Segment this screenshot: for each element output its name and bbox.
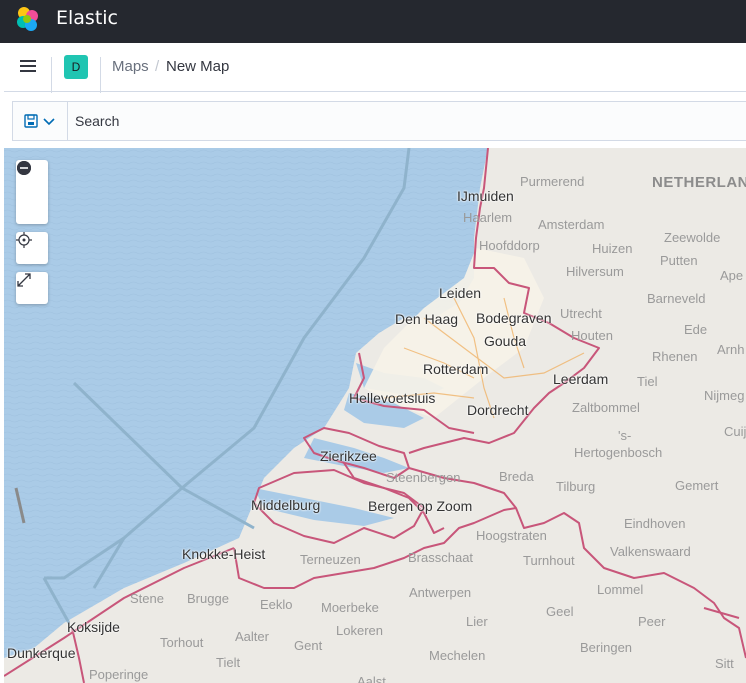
map-label: Aalter bbox=[235, 629, 269, 644]
map-label: Hoogstraten bbox=[476, 528, 547, 543]
hamburger-menu-icon[interactable] bbox=[18, 56, 38, 76]
elastic-logo-icon[interactable] bbox=[14, 5, 42, 33]
map-label: Peer bbox=[638, 614, 666, 629]
fullscreen-button[interactable] bbox=[16, 272, 48, 304]
map-label: Aalst bbox=[357, 674, 386, 683]
map-label: Cuij bbox=[724, 424, 746, 439]
map-label: Barneveld bbox=[647, 291, 706, 306]
map-label: Ape bbox=[720, 268, 744, 283]
locate-button[interactable] bbox=[16, 232, 48, 264]
map-label: Ede bbox=[684, 322, 708, 337]
save-icon bbox=[24, 114, 55, 128]
search-input[interactable] bbox=[69, 102, 745, 140]
map-label: Houten bbox=[571, 328, 613, 343]
map-label: Hilversum bbox=[566, 264, 624, 279]
map-label: Dunkerque bbox=[7, 645, 76, 661]
map-label: Geel bbox=[546, 604, 574, 619]
map-label: Dordrecht bbox=[467, 402, 529, 418]
app-header: Elastic bbox=[0, 0, 746, 43]
map-label: Breda bbox=[499, 469, 534, 484]
map-label: Moerbeke bbox=[321, 600, 379, 615]
crosshair-icon bbox=[16, 232, 32, 248]
map-label: Rotterdam bbox=[423, 361, 489, 377]
map-label: Stene bbox=[130, 591, 164, 606]
map-label: Arnh bbox=[717, 342, 745, 357]
map-label: Utrecht bbox=[560, 306, 602, 321]
query-bar bbox=[12, 101, 746, 141]
nav-divider bbox=[51, 57, 52, 93]
zoom-controls bbox=[16, 160, 48, 224]
breadcrumb-separator: / bbox=[155, 58, 160, 75]
breadcrumb-current: New Map bbox=[166, 58, 230, 75]
map-label: Mechelen bbox=[429, 648, 486, 663]
space-avatar[interactable]: D bbox=[64, 55, 88, 79]
nav-bar: D Maps / New Map bbox=[4, 43, 746, 93]
map-label: Zierikzee bbox=[320, 448, 377, 464]
map-label: Tilburg bbox=[556, 479, 596, 494]
map-label: Amsterdam bbox=[538, 217, 605, 232]
map-label: Knokke-Heist bbox=[182, 546, 266, 562]
nav-divider bbox=[100, 57, 101, 93]
map-label: Gemert bbox=[675, 478, 719, 493]
saved-query-button[interactable] bbox=[13, 102, 68, 140]
map-label: 's- bbox=[618, 428, 632, 443]
map-label: Turnhout bbox=[523, 553, 575, 568]
map-label: Hoofddorp bbox=[479, 238, 540, 253]
map-label: Lokeren bbox=[336, 623, 383, 638]
map-label: Tiel bbox=[637, 374, 658, 389]
map-label: Torhout bbox=[160, 635, 204, 650]
map-label: IJmuiden bbox=[457, 188, 514, 204]
locate-control bbox=[16, 232, 48, 264]
map-label: Huizen bbox=[592, 241, 633, 256]
map-label: Zaltbommel bbox=[572, 400, 640, 415]
map-label: Bergen op Zoom bbox=[368, 498, 473, 514]
map-label: Brasschaat bbox=[408, 550, 474, 565]
map-label: Bodegraven bbox=[476, 310, 552, 326]
map-label: Middelburg bbox=[251, 497, 321, 513]
minus-circle-icon bbox=[17, 161, 31, 175]
map-label: Rhenen bbox=[652, 349, 698, 364]
brand-name: Elastic bbox=[56, 7, 119, 29]
map-label: Tielt bbox=[216, 655, 241, 670]
fullscreen-control bbox=[16, 272, 48, 304]
map-label: Zeewolde bbox=[664, 230, 721, 245]
map-label: Purmerend bbox=[520, 174, 585, 189]
map-label: Putten bbox=[660, 253, 698, 268]
map-label: Beringen bbox=[580, 640, 633, 655]
map-label: Koksijde bbox=[67, 619, 120, 635]
map-label: Leerdam bbox=[553, 371, 609, 387]
map-label: Steenbergen bbox=[386, 470, 461, 485]
map-label: Gent bbox=[294, 638, 323, 653]
map-label: Leiden bbox=[439, 285, 482, 301]
map-label: Lier bbox=[466, 614, 488, 629]
map-label: Haarlem bbox=[463, 210, 513, 225]
map-label: Antwerpen bbox=[409, 585, 472, 600]
map-label: Nijmeg bbox=[704, 388, 745, 403]
map-label: Poperinge bbox=[89, 667, 149, 682]
map-label: Lommel bbox=[597, 582, 644, 597]
map-label: Eeklo bbox=[260, 597, 293, 612]
map-canvas[interactable]: NETHERLAN Purmerend IJmuiden Haarlem Ams… bbox=[4, 148, 746, 683]
map-label: Eindhoven bbox=[624, 516, 686, 531]
map-label: Brugge bbox=[187, 591, 229, 606]
map-label-country: NETHERLAN bbox=[652, 174, 746, 191]
map-label: Den Haag bbox=[395, 311, 459, 327]
map-label: Valkenswaard bbox=[610, 544, 691, 559]
expand-icon bbox=[17, 273, 31, 287]
zoom-out-button[interactable] bbox=[16, 161, 48, 224]
map-label: Gouda bbox=[484, 333, 527, 349]
breadcrumb-maps[interactable]: Maps bbox=[112, 58, 149, 75]
map-label: Terneuzen bbox=[300, 552, 361, 567]
map-label: Sitt bbox=[715, 656, 734, 671]
map-label: Hertogenbosch bbox=[574, 445, 663, 460]
map-label: Hellevoetsluis bbox=[349, 390, 436, 406]
